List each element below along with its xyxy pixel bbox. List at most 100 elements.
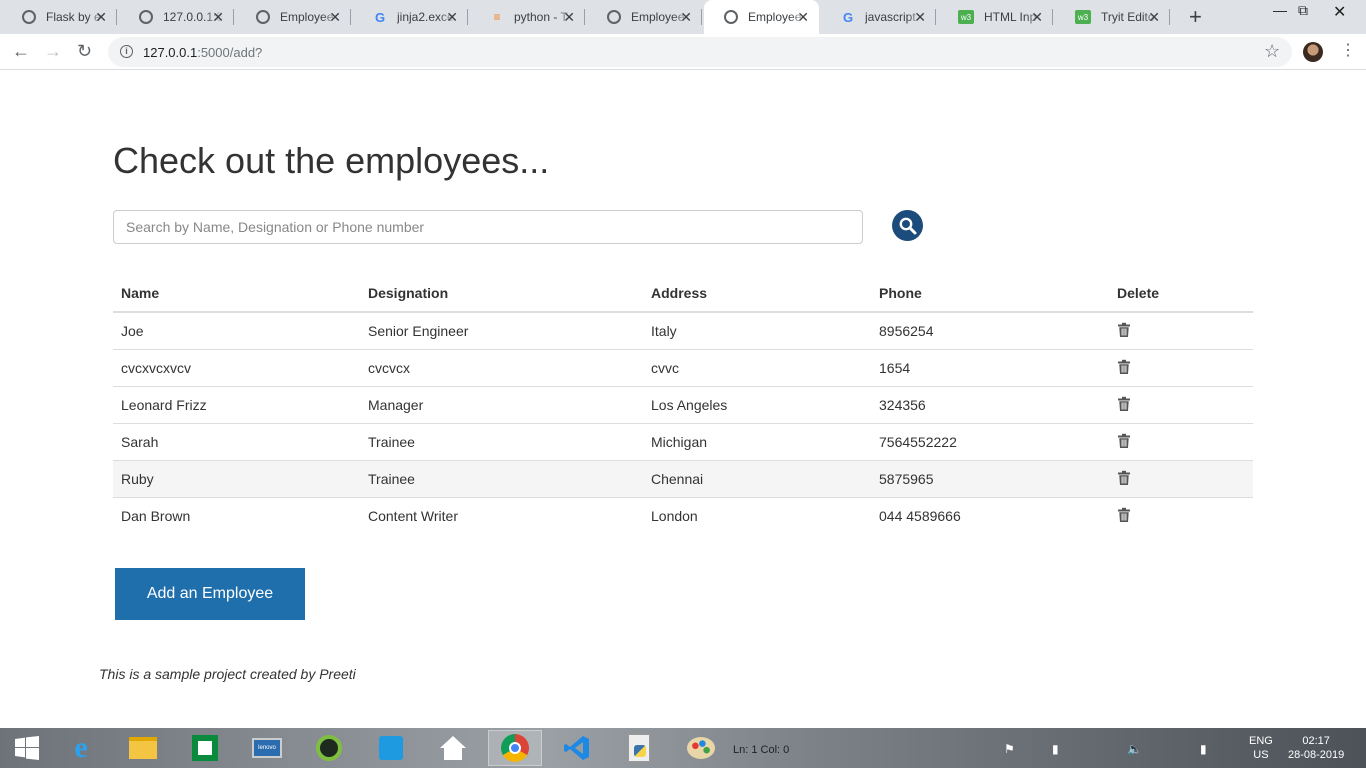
browser-tabstrip: Flask by e ✕ 127.0.0.1:5 ✕ Employee ✕ Gjinja2.… [0, 0, 1366, 34]
cell-designation: Senior Engineer [360, 311, 643, 349]
browser-tab[interactable]: Employee ✕ [587, 0, 702, 34]
trash-icon[interactable] [1117, 470, 1131, 486]
tab-close-icon[interactable]: ✕ [914, 9, 926, 26]
cell-phone: 324356 [871, 385, 1109, 423]
browser-tab[interactable]: 127.0.0.1:5 ✕ [119, 0, 234, 34]
tab-close-icon[interactable]: ✕ [329, 9, 341, 26]
start-icon [14, 735, 40, 761]
browser-tab[interactable]: Employee ✕ [236, 0, 351, 34]
cell-address: Michigan [643, 422, 871, 460]
browser-tab[interactable]: w3 HTML Inp ✕ [938, 0, 1053, 34]
browser-tab[interactable]: Gjavascript ✕ [821, 0, 936, 34]
taskbar-vscode-button[interactable] [550, 730, 604, 766]
store-icon [192, 735, 218, 761]
cell-phone: 7564552222 [871, 422, 1109, 460]
window-close-button[interactable]: ✕ [1333, 2, 1346, 22]
avatar[interactable] [1303, 42, 1323, 62]
trash-icon[interactable] [1117, 433, 1131, 449]
tab-close-icon[interactable]: ✕ [680, 9, 692, 26]
back-icon[interactable]: ← [12, 41, 30, 62]
kebab-menu-icon[interactable]: ⋮ [1340, 40, 1356, 60]
tab-close-icon[interactable]: ✕ [563, 9, 575, 26]
volume-icon[interactable]: 🔈 [1127, 742, 1142, 756]
battery-icon[interactable]: ▮ [1200, 742, 1207, 756]
cell-designation: cvcvcx [360, 348, 643, 386]
language-indicator[interactable]: ENG US [1249, 734, 1273, 762]
browser-tab[interactable]: ≡ python - T ✕ [470, 0, 585, 34]
search-input[interactable] [113, 210, 863, 244]
trash-icon[interactable] [1117, 507, 1131, 523]
google-icon: G [374, 9, 386, 25]
taskbar-python-file-button[interactable] [612, 730, 666, 766]
taskbar-lenovo-button[interactable]: lenovo [240, 730, 294, 766]
tab-divider [701, 9, 702, 25]
tab-close-icon[interactable]: ✕ [1031, 9, 1043, 26]
taskbar-file-explorer-button[interactable] [116, 730, 170, 766]
tab-close-icon[interactable]: ✕ [446, 9, 458, 26]
paint-icon [687, 737, 715, 759]
tab-close-icon[interactable]: ✕ [95, 9, 107, 26]
tab-close-icon[interactable]: ✕ [797, 9, 809, 26]
browser-tab[interactable]: Gjinja2.exce ✕ [353, 0, 468, 34]
table-header-row: Name Designation Address Phone Delete [113, 274, 1253, 313]
restore-button[interactable]: ⧉ [1298, 2, 1308, 19]
clock[interactable]: 02:17 28-08-2019 [1288, 734, 1344, 762]
site-info-icon[interactable]: i [120, 45, 133, 58]
cell-name: cvcxvcxvcv [113, 348, 360, 386]
url-text[interactable]: 127.0.0.1:5000/add? [143, 45, 262, 60]
cell-name: Sarah [113, 422, 360, 460]
globe-icon [724, 10, 738, 24]
cell-phone: 8956254 [871, 311, 1109, 349]
taskbar-shopping-bag-button[interactable] [364, 730, 418, 766]
globe-icon [139, 10, 153, 24]
stackoverflow-icon: ≡ [493, 10, 501, 24]
forward-icon[interactable]: → [44, 41, 62, 62]
search-button[interactable] [892, 210, 923, 241]
cell-address: Italy [643, 311, 871, 349]
home-icon [438, 734, 468, 762]
browser-tab[interactable]: Employee ✕ [704, 0, 819, 34]
lang-line1: ENG [1249, 735, 1273, 747]
minimize-button[interactable]: — [1273, 2, 1287, 18]
globe-icon [607, 10, 621, 24]
cell-name: Ruby [113, 459, 360, 497]
header-name: Name [113, 274, 360, 313]
new-tab-button[interactable]: + [1189, 4, 1202, 30]
trash-icon[interactable] [1117, 322, 1131, 338]
app-ring-icon [316, 735, 342, 761]
address-bar[interactable]: i 127.0.0.1:5000/add? ☆ [108, 37, 1292, 67]
tab-close-icon[interactable]: ✕ [1148, 9, 1160, 26]
taskbar-internet-explorer-button[interactable]: e [54, 730, 108, 766]
cell-delete [1109, 496, 1253, 534]
tab-divider [1052, 9, 1053, 25]
taskbar-paint-button[interactable] [674, 730, 728, 766]
url-host: 127.0.0.1 [143, 45, 198, 60]
table-row: Dan Brown Content Writer London 044 4589666 [113, 496, 1253, 534]
table-row: cvcxvcxvcv cvcvcx cvvc 1654 [113, 348, 1253, 386]
taskbar-home-button[interactable] [426, 730, 480, 766]
cell-phone: 5875965 [871, 459, 1109, 497]
google-icon: G [842, 9, 854, 25]
reload-icon[interactable]: ↻ [77, 41, 92, 62]
browser-toolbar: ← → ↻ i 127.0.0.1:5000/add? ☆ ⋮ [0, 34, 1366, 70]
tray-flag-icon[interactable]: ⚑ [1004, 742, 1015, 756]
editor-status: Ln: 1 Col: 0 [733, 744, 790, 756]
signal-icon[interactable]: ▮ [1052, 742, 1059, 756]
cell-name: Leonard Frizz [113, 385, 360, 423]
cell-designation: Trainee [360, 459, 643, 497]
trash-icon[interactable] [1117, 396, 1131, 412]
vscode-icon [563, 734, 591, 762]
tab-close-icon[interactable]: ✕ [212, 9, 224, 26]
tab-divider [233, 9, 234, 25]
browser-tab[interactable]: w3 Tryit Edito ✕ [1055, 0, 1170, 34]
add-employee-button[interactable]: Add an Employee [115, 568, 305, 620]
trash-icon[interactable] [1117, 359, 1131, 375]
browser-tab[interactable]: Flask by e ✕ [2, 0, 117, 34]
taskbar-app-ring-button[interactable] [302, 730, 356, 766]
bookmark-star-icon[interactable]: ☆ [1264, 41, 1280, 62]
taskbar-start-button[interactable] [0, 730, 54, 766]
taskbar-chrome-button[interactable] [488, 730, 542, 766]
tab-divider [935, 9, 936, 25]
cell-name: Dan Brown [113, 496, 360, 534]
taskbar-store-button[interactable] [178, 730, 232, 766]
